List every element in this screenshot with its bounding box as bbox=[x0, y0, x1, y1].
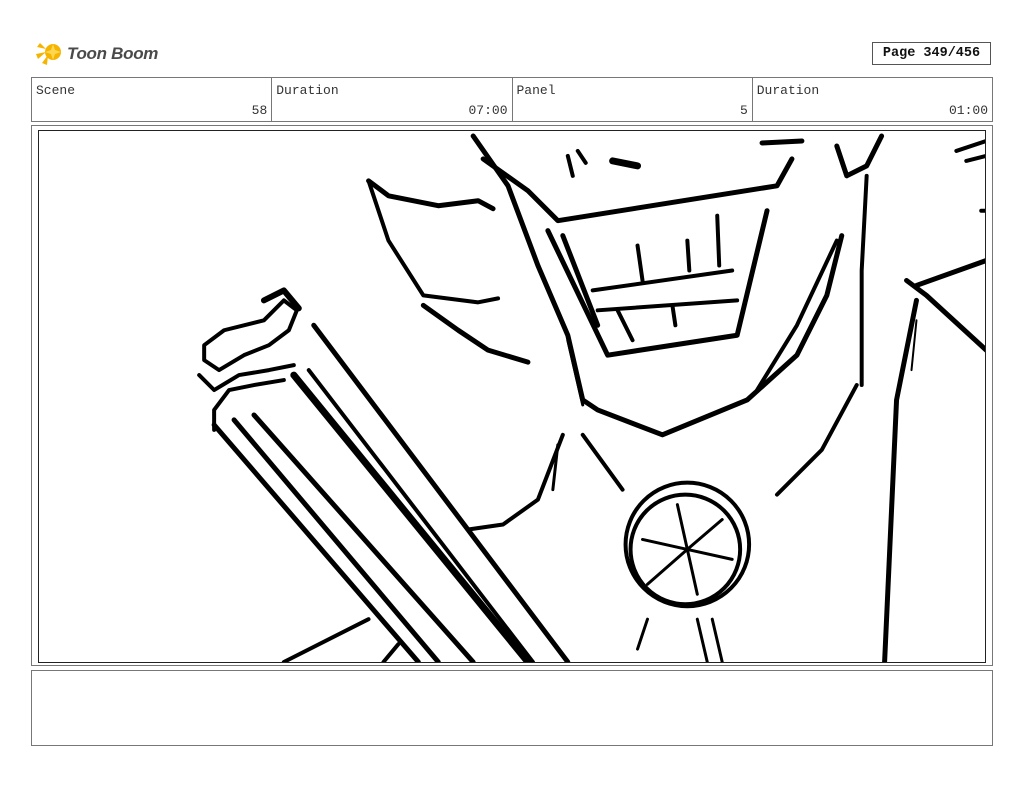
brand-name: Toon Boom bbox=[67, 44, 159, 63]
panel-label: Panel bbox=[516, 83, 556, 98]
panel-value: 5 bbox=[739, 103, 748, 118]
scene-duration-value: 07:00 bbox=[468, 103, 508, 118]
scene-value: 58 bbox=[251, 103, 268, 118]
scene-duration-label: Duration bbox=[276, 83, 339, 98]
storyboard-sketch-icon bbox=[197, 133, 985, 662]
scene-duration-cell: Duration 07:00 bbox=[272, 78, 513, 121]
panel-notes bbox=[31, 670, 993, 746]
toon-boom-logo: Toon Boom bbox=[34, 38, 164, 70]
panel-duration-cell: Duration 01:00 bbox=[753, 78, 992, 121]
panel-artwork bbox=[38, 130, 986, 663]
page-counter: Page 349/456 bbox=[872, 42, 991, 65]
toon-boom-star-icon bbox=[34, 37, 66, 72]
panel-cell: Panel 5 bbox=[513, 78, 753, 121]
panel-duration-label: Duration bbox=[756, 83, 820, 98]
scene-cell: Scene 58 bbox=[32, 78, 273, 121]
panel-duration-value: 01:00 bbox=[948, 103, 988, 118]
storyboard-header: Scene 58 Duration 07:00 Panel 5 Duration… bbox=[31, 77, 993, 122]
scene-label: Scene bbox=[36, 83, 76, 98]
